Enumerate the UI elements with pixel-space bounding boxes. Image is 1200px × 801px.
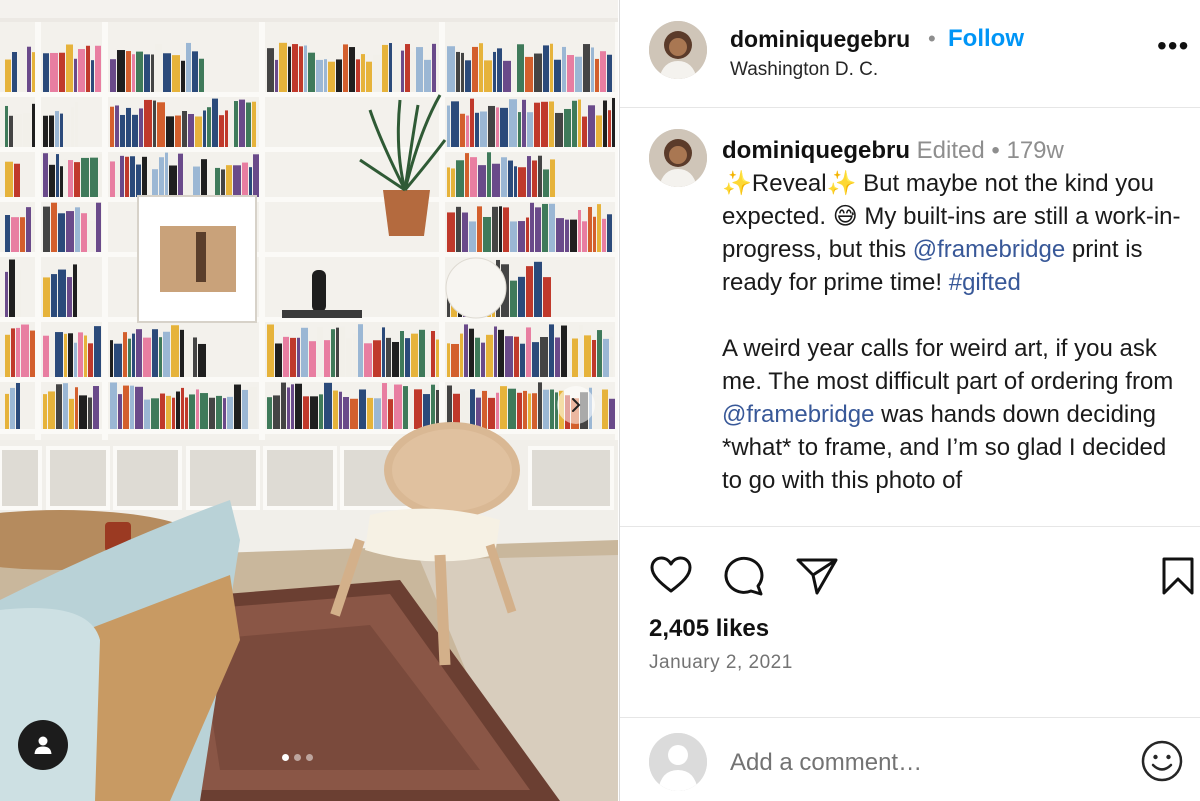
user-tags-button[interactable] [18, 720, 68, 770]
avatar-image [649, 21, 707, 79]
post-caption: dominiquegebru Edited • 179w ✨Reveal✨ Bu… [620, 109, 1200, 526]
share-button[interactable] [795, 556, 839, 601]
more-options-button[interactable]: ••• [1157, 32, 1189, 60]
author-avatar[interactable] [649, 21, 707, 79]
comment-button[interactable] [723, 556, 765, 601]
post-age[interactable]: 179w [1006, 137, 1063, 164]
mention-link[interactable]: @framebridge [722, 401, 874, 428]
chevron-right-icon [572, 398, 581, 412]
next-image-button[interactable] [557, 386, 595, 424]
hashtag-link[interactable]: #gifted [949, 269, 1021, 296]
header-separator: • [928, 26, 936, 51]
caption-avatar[interactable] [649, 129, 707, 187]
caption-username[interactable]: dominiquegebru [722, 137, 910, 164]
share-icon [796, 558, 838, 595]
carousel-dot-active [282, 754, 289, 761]
heart-icon [650, 556, 692, 593]
emoji-icon [1141, 740, 1183, 782]
carousel-dot [294, 754, 301, 761]
comment-icon [724, 556, 764, 596]
like-button[interactable] [650, 556, 692, 599]
bookshelf-photo [0, 0, 618, 801]
caption-text: dominiquegebru Edited • 179w ✨Reveal✨ Bu… [722, 134, 1192, 497]
post-date[interactable]: January 2, 2021 [649, 652, 793, 674]
mention-link[interactable]: @framebridge [913, 236, 1065, 263]
viewer-avatar [649, 733, 707, 791]
carousel-indicator [282, 754, 313, 761]
emoji-button[interactable] [1141, 740, 1183, 787]
bookmark-icon [1162, 557, 1194, 595]
avatar-image [649, 129, 707, 187]
default-avatar-icon [649, 733, 707, 791]
caption-separator: • [991, 137, 1000, 164]
user-tag-icon [34, 736, 52, 754]
post-side-panel: dominiquegebru • Follow Washington D. C.… [619, 0, 1200, 801]
caption-paragraph-1: dominiquegebru Edited • 179w ✨Reveal✨ Bu… [722, 134, 1192, 299]
post-actions: 2,405 likes January 2, 2021 Add a commen… [620, 526, 1200, 801]
carousel-dot [306, 754, 313, 761]
add-comment-bar: Add a comment… [620, 717, 1200, 801]
author-username[interactable]: dominiquegebru [730, 26, 910, 53]
post-header: dominiquegebru • Follow Washington D. C.… [620, 0, 1200, 108]
post-photo[interactable] [0, 0, 618, 801]
comment-input[interactable]: Add a comment… [730, 749, 922, 777]
post-location[interactable]: Washington D. C. [730, 59, 878, 81]
caption-paragraph-2: A weird year calls for weird art, if you… [722, 332, 1192, 497]
edited-label: Edited [916, 137, 985, 164]
follow-button[interactable]: Follow [948, 25, 1024, 53]
caption-text-segment: A weird year calls for weird art, if you… [722, 335, 1174, 395]
likes-count[interactable]: 2,405 likes [649, 615, 769, 643]
save-button[interactable] [1161, 556, 1195, 601]
